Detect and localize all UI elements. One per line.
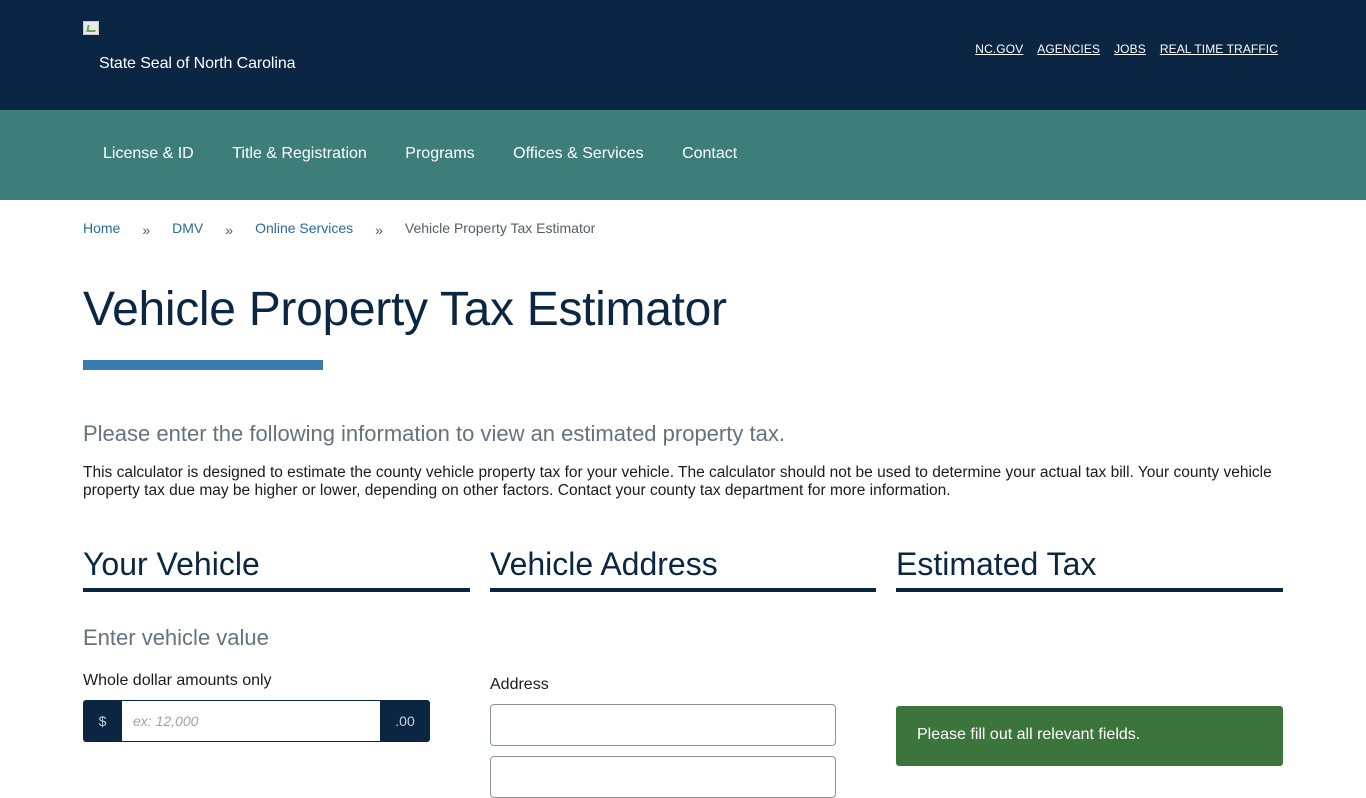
breadcrumb-home[interactable]: Home xyxy=(83,220,120,236)
util-link-agencies[interactable]: AGENCIES xyxy=(1037,42,1100,56)
intro-text: This calculator is designed to estimate … xyxy=(83,464,1272,499)
vehicle-address-heading: Vehicle Address xyxy=(490,546,876,592)
address-line-2-input[interactable] xyxy=(490,756,836,798)
cents-suffix: .00 xyxy=(380,700,430,742)
dollar-prefix: $ xyxy=(83,700,122,742)
nav-item-title-registration[interactable]: Title & Registration xyxy=(232,145,367,163)
title-accent-bar xyxy=(83,360,323,370)
nav-item-contact[interactable]: Contact xyxy=(682,145,737,163)
site-header: State Seal of North Carolina NC.GOV AGEN… xyxy=(0,0,1366,110)
util-link-real-time-traffic[interactable]: REAL TIME TRAFFIC xyxy=(1160,42,1278,56)
breadcrumb-separator: » xyxy=(225,222,234,238)
util-link-ncgov[interactable]: NC.GOV xyxy=(975,42,1023,56)
estimated-tax-heading: Estimated Tax xyxy=(896,546,1283,592)
your-vehicle-heading: Your Vehicle xyxy=(83,546,470,592)
nav-item-offices-services[interactable]: Offices & Services xyxy=(513,145,643,163)
state-seal-broken-image-icon[interactable] xyxy=(83,21,99,35)
breadcrumb-separator: » xyxy=(142,222,151,238)
lead-text: Please enter the following information t… xyxy=(83,421,785,446)
utility-nav: NC.GOV AGENCIES JOBS REAL TIME TRAFFIC xyxy=(975,42,1278,56)
breadcrumb: Home » DMV » Online Services » Vehicle P… xyxy=(83,220,596,238)
main-nav: License & ID Title & Registration Progra… xyxy=(0,110,1366,200)
nav-item-license-id[interactable]: License & ID xyxy=(103,145,194,163)
estimate-status-alert: Please fill out all relevant fields. xyxy=(896,706,1283,766)
vehicle-value-input[interactable] xyxy=(122,700,380,742)
state-seal-logo-alt-text[interactable]: State Seal of North Carolina xyxy=(99,55,296,73)
breadcrumb-separator: » xyxy=(375,222,383,238)
vehicle-value-label: Whole dollar amounts only xyxy=(83,672,272,689)
enter-vehicle-value-heading: Enter vehicle value xyxy=(83,625,269,650)
nav-item-programs[interactable]: Programs xyxy=(405,145,474,163)
breadcrumb-current: Vehicle Property Tax Estimator xyxy=(404,220,596,236)
breadcrumb-online-services[interactable]: Online Services xyxy=(255,220,353,236)
page-title: Vehicle Property Tax Estimator xyxy=(83,283,727,336)
util-link-jobs[interactable]: JOBS xyxy=(1114,42,1146,56)
breadcrumb-dmv[interactable]: DMV xyxy=(172,220,203,236)
vehicle-value-input-group: $ .00 xyxy=(83,700,430,742)
address-input[interactable] xyxy=(490,704,836,746)
address-label: Address xyxy=(490,676,549,693)
